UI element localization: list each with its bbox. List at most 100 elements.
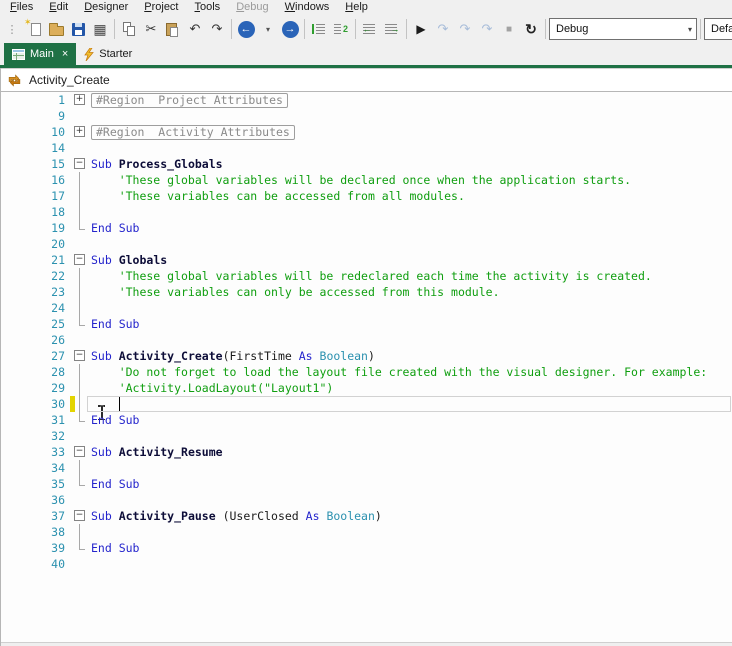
menu-designer[interactable]: Designer — [76, 0, 136, 15]
code-line-27[interactable]: 27− Sub Activity_Create(FirstTime As Bool… — [1, 348, 732, 364]
fold-margin — [69, 236, 91, 252]
open-project-icon[interactable] — [45, 18, 67, 40]
debug-mode-value: Debug — [556, 23, 589, 35]
expand-region-icon[interactable]: + — [74, 94, 85, 105]
code-line-20[interactable]: 20 — [1, 236, 732, 252]
code-line-16[interactable]: 16 'These global variables will be decla… — [1, 172, 732, 188]
step-into-icon[interactable]: ↷ — [454, 18, 476, 40]
tab-main[interactable]: Main × — [4, 43, 77, 65]
floppy-disk-glyph — [71, 22, 85, 36]
code-line-39[interactable]: 39 End Sub — [1, 540, 732, 556]
copy-pages-glyph — [122, 21, 137, 37]
code-line-9[interactable]: 9 — [1, 108, 732, 124]
copy-icon[interactable] — [118, 18, 140, 40]
code-line-19[interactable]: 19 End Sub — [1, 220, 732, 236]
code-line-38[interactable]: 38 — [1, 524, 732, 540]
code-line-32[interactable]: 32 — [1, 428, 732, 444]
line-number: 33 — [51, 445, 65, 459]
code-line-37[interactable]: 37− Sub Activity_Pause (UserClosed As Boo… — [1, 508, 732, 524]
code-line-34[interactable]: 34 — [1, 460, 732, 476]
code-line-17[interactable]: 17 'These variables can be accessed from… — [1, 188, 732, 204]
redo-icon-glyph: ↷ — [211, 21, 223, 36]
code-text: 'Activity.LoadLayout("Layout1") — [91, 380, 732, 396]
code-line-23[interactable]: 23 'These variables can only be accessed… — [1, 284, 732, 300]
redo-icon[interactable]: ↷ — [206, 18, 228, 40]
code-token: End Sub — [91, 541, 140, 555]
code-line-31[interactable]: 31 End Sub — [1, 412, 732, 428]
fold-guide-line — [79, 284, 80, 300]
code-editor[interactable]: 1 + #Region Project Attributes 9 10 + #Region … — [1, 92, 732, 642]
code-line-10[interactable]: 10 + #Region Activity Attributes — [1, 124, 732, 140]
indent-glyph: → — [384, 23, 400, 35]
menu-edit[interactable]: Edit — [41, 0, 76, 15]
stop-icon[interactable]: ■ — [498, 18, 520, 40]
undo-icon[interactable]: ↶ — [184, 18, 206, 40]
resume-icon[interactable]: ↷ — [432, 18, 454, 40]
breadcrumb[interactable]: Activity_Create — [1, 68, 732, 92]
code-line-21[interactable]: 21− Sub Globals — [1, 252, 732, 268]
save-icon[interactable] — [67, 18, 89, 40]
package-icon[interactable]: ▦ — [89, 18, 111, 40]
code-token: Activity_Pause — [118, 509, 223, 523]
navigate-forward-icon[interactable]: → — [279, 18, 301, 40]
paste-icon[interactable] — [162, 18, 184, 40]
menu-project[interactable]: Project — [136, 0, 186, 15]
menu-windows[interactable]: Windows — [277, 0, 338, 15]
restart-icon-glyph: ↻ — [525, 20, 537, 37]
code-line-29[interactable]: 29 'Activity.LoadLayout("Layout1") — [1, 380, 732, 396]
code-line-35[interactable]: 35 End Sub — [1, 476, 732, 492]
code-line-40[interactable]: 40 — [1, 556, 732, 572]
collapse-region-icon[interactable]: − — [74, 254, 85, 265]
code-line-15[interactable]: 15− Sub Process_Globals — [1, 156, 732, 172]
code-line-22[interactable]: 22 'These global variables will be redec… — [1, 268, 732, 284]
code-text: Sub Globals — [91, 252, 732, 268]
code-text: 'These variables can only be accessed fr… — [91, 284, 732, 300]
code-line-25[interactable]: 25 End Sub — [1, 316, 732, 332]
expand-region-icon[interactable]: + — [74, 126, 85, 137]
collapsed-region[interactable]: #Region Project Attributes — [91, 93, 288, 108]
code-line-30[interactable]: 30 — [1, 396, 732, 412]
collapse-region-icon[interactable]: − — [74, 446, 85, 457]
line-number: 29 — [51, 381, 65, 395]
lightning-icon — [84, 47, 95, 61]
fold-margin — [69, 188, 91, 204]
navigate-back-dropdown-icon[interactable]: ▾ — [257, 18, 279, 40]
collapse-region-icon[interactable]: − — [74, 158, 85, 169]
tab-starter[interactable]: Starter — [76, 43, 140, 65]
text-lines — [334, 24, 341, 34]
code-line-28[interactable]: 28 'Do not forget to load the layout fil… — [1, 364, 732, 380]
code-line-24[interactable]: 24 — [1, 300, 732, 316]
step-over-icon[interactable]: ↷ — [476, 18, 498, 40]
code-line-36[interactable]: 36 — [1, 492, 732, 508]
navigate-back-icon[interactable]: ← — [235, 18, 257, 40]
menu-help[interactable]: Help — [337, 0, 376, 15]
resume-icon-glyph: ↷ — [437, 21, 449, 36]
collapse-region-icon[interactable]: − — [74, 510, 85, 521]
fold-margin — [69, 364, 91, 380]
new-file-icon[interactable]: ✶ — [23, 18, 45, 40]
debug-mode-select[interactable]: Debug ▾ — [549, 18, 697, 40]
code-line-18[interactable]: 18 — [1, 204, 732, 220]
collapse-region-icon[interactable]: − — [74, 350, 85, 361]
comment-icon[interactable] — [308, 18, 330, 40]
run-icon[interactable]: ▶ — [410, 18, 432, 40]
collapsed-region[interactable]: #Region Activity Attributes — [91, 125, 295, 140]
code-line-33[interactable]: 33− Sub Activity_Resume — [1, 444, 732, 460]
code-line-26[interactable]: 26 — [1, 332, 732, 348]
line-number: 16 — [51, 173, 65, 187]
cut-icon[interactable]: ✂ — [140, 18, 162, 40]
menu-tools[interactable]: Tools — [187, 0, 229, 15]
tab-close-icon[interactable]: × — [62, 48, 68, 60]
comment-quote-bar — [312, 24, 314, 34]
uncomment-icon[interactable]: 2 — [330, 18, 352, 40]
menu-files[interactable]: Files — [2, 0, 41, 15]
open-folder-glyph — [48, 22, 64, 36]
code-token: Activity_Resume — [118, 445, 223, 459]
indent-icon[interactable]: → — [381, 18, 403, 40]
menu-debug: Debug — [236, 1, 269, 13]
build-config-select[interactable]: Default — [704, 18, 732, 40]
code-line-1[interactable]: 1 + #Region Project Attributes — [1, 92, 732, 108]
outdent-icon[interactable]: ← — [359, 18, 381, 40]
restart-icon[interactable]: ↻ — [520, 18, 542, 40]
code-line-14[interactable]: 14 — [1, 140, 732, 156]
